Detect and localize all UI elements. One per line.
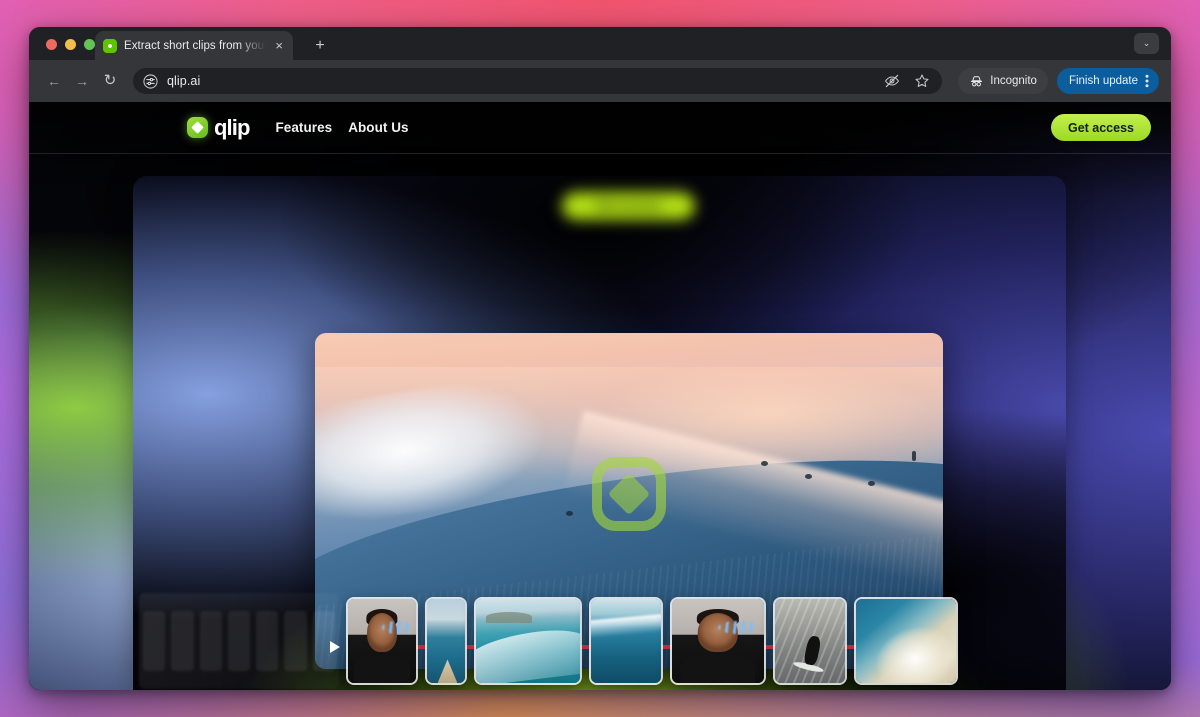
video-surfer [760,460,768,466]
get-access-ghost-label: Get access [595,199,662,213]
clip-thumbnail[interactable] [425,597,467,685]
filmstrip-empty-space [965,597,1066,685]
tune-icon [143,73,158,89]
video-surfer [867,480,875,486]
close-window-button[interactable] [46,39,57,50]
qlip-diamond-logo-icon [187,117,208,138]
clip-thumbnail[interactable] [474,597,582,685]
site-nav: Features About Us [276,120,409,135]
get-access-button-ghost[interactable]: Get access [562,192,695,220]
qlip-watermark-icon [592,457,666,532]
back-button[interactable]: ← [41,68,67,94]
incognito-label: Incognito [990,75,1037,87]
close-tab-icon[interactable]: × [273,37,285,54]
forward-button[interactable]: → [69,68,95,94]
qlip-favicon-icon [103,38,117,53]
app-preview-card: 21:35 [133,176,1066,690]
browser-tab[interactable]: Extract short clips from your v × [95,31,293,60]
brand-logo[interactable]: qlip [187,115,250,141]
reload-button[interactable]: ↻ [97,68,123,94]
web-page: qlip Features About Us Get access Get ac… [29,102,1171,690]
browser-toolbar: ← → ↻ qlip.ai Incognito Finish update [29,60,1171,102]
clip-thumbnail[interactable] [773,597,847,685]
address-bar[interactable]: qlip.ai [133,68,943,94]
nav-link-features[interactable]: Features [276,120,333,135]
star-icon[interactable] [914,73,930,89]
clip-thumbnail[interactable] [670,597,766,685]
omnibox-actions [884,73,932,89]
finish-update-label: Finish update [1068,75,1138,87]
finish-update-button[interactable]: Finish update [1056,68,1159,94]
browser-window: Extract short clips from your v × + ⌄ ← … [29,27,1171,690]
clip-thumbnail[interactable] [854,597,958,685]
nav-link-about-us[interactable]: About Us [348,120,408,135]
video-surfer [804,474,812,480]
window-traffic-lights [46,39,95,50]
tab-strip: Extract short clips from your v × + ⌄ [29,27,1171,60]
incognito-indicator[interactable]: Incognito [958,68,1048,94]
chevron-down-icon[interactable]: ⌄ [1134,33,1159,54]
maximize-window-button[interactable] [84,39,95,50]
brand-name: qlip [214,114,250,140]
incognito-hat-icon [971,75,983,86]
get-access-button[interactable]: Get access [1050,114,1151,141]
clip-thumbnail[interactable] [589,597,663,685]
address-bar-url: qlip.ai [167,74,201,88]
tab-title: Extract short clips from your v [124,39,267,52]
filmstrip-placeholder [139,593,339,689]
kebab-menu-icon[interactable] [1145,74,1149,88]
site-header: qlip Features About Us Get access [29,102,1171,154]
clip-thumbnail[interactable] [346,597,418,685]
video-surfer [911,450,916,461]
minimize-window-button[interactable] [65,39,76,50]
clip-filmstrip [133,586,1066,690]
eye-slash-icon[interactable] [884,73,900,89]
new-tab-button[interactable]: + [310,36,330,56]
